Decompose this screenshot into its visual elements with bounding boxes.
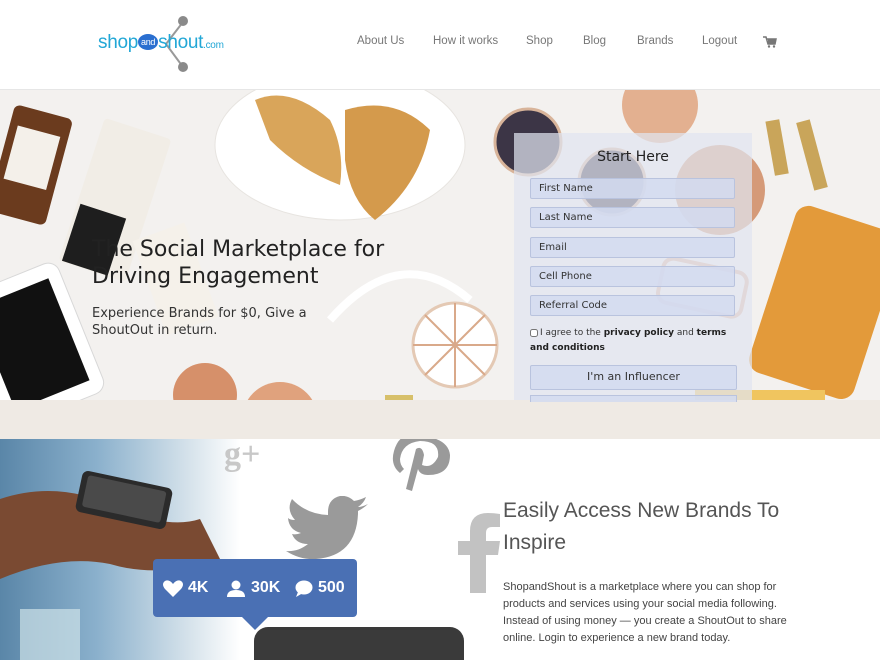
facebook-icon (458, 513, 500, 593)
last-name-field[interactable] (530, 207, 735, 228)
likes-count: 4K (188, 579, 209, 596)
shopping-cart-icon[interactable] (763, 36, 777, 48)
influencer-button[interactable]: I'm an Influencer (530, 365, 737, 390)
logo-part-and: and (138, 34, 159, 50)
feature-heading: Easily Access New Brands To Inspire (503, 499, 780, 554)
feature-section: g+ Easily Access New Brands To Inspire S… (0, 439, 880, 660)
hero-section: The Social Marketplace for Driving Engag… (0, 90, 880, 439)
feature-body: ShopandShout is a marketplace where you … (503, 581, 787, 644)
svg-text:g+: g+ (224, 439, 260, 473)
google-plus-icon: g+ (224, 439, 260, 473)
nav-shop[interactable]: Shop (526, 35, 553, 47)
form-second-button[interactable] (530, 395, 737, 402)
phone-in-hands-photo (0, 439, 240, 660)
shopandshout-logo[interactable]: shop and shout.com (98, 14, 243, 74)
email-field[interactable] (530, 237, 735, 258)
hero-subtitle: Experience Brands for $0, Give a ShoutOu… (92, 306, 307, 338)
twitter-icon (286, 496, 368, 560)
agree-and: and (676, 328, 694, 338)
first-name-field[interactable] (530, 178, 735, 199)
hands-illustration (0, 471, 220, 660)
nav-blog[interactable]: Blog (583, 35, 606, 47)
comments-count: 500 (318, 579, 345, 596)
device-photo (254, 627, 464, 660)
form-title: Start Here (597, 149, 669, 165)
pinterest-icon (392, 439, 450, 491)
signup-form: Start Here I agree to the privacy policy… (514, 133, 752, 402)
agree-terms: I agree to the privacy policy and terms … (530, 326, 742, 356)
cell-phone-field[interactable] (530, 266, 735, 287)
heart-icon (163, 580, 183, 597)
agree-checkbox[interactable] (530, 328, 538, 337)
nav-logout[interactable]: Logout (702, 35, 737, 47)
nav-how-it-works[interactable]: How it works (433, 35, 498, 47)
followers-count: 30K (251, 579, 281, 596)
hero-title: The Social Marketplace for Driving Engag… (92, 237, 385, 289)
site-header: shop and shout.com About Us How it works S… (0, 0, 880, 90)
referral-code-field[interactable] (530, 295, 735, 316)
logo-part-dotcom: .com (203, 40, 224, 51)
logo-wordmark: shop and shout.com (98, 32, 224, 54)
user-icon (227, 580, 245, 597)
comment-icon (295, 580, 313, 597)
hero-bottom-strip (0, 400, 880, 439)
nav-about-us[interactable]: About Us (357, 35, 404, 47)
privacy-policy-link[interactable]: privacy policy (604, 328, 674, 338)
nav-brands[interactable]: Brands (637, 35, 673, 47)
logo-part-shout: shout (158, 32, 204, 53)
agree-prefix: I agree to the (540, 328, 601, 338)
social-stats-badge: 4K 30K 500 (153, 559, 357, 617)
logo-part-shop: shop (98, 32, 139, 53)
